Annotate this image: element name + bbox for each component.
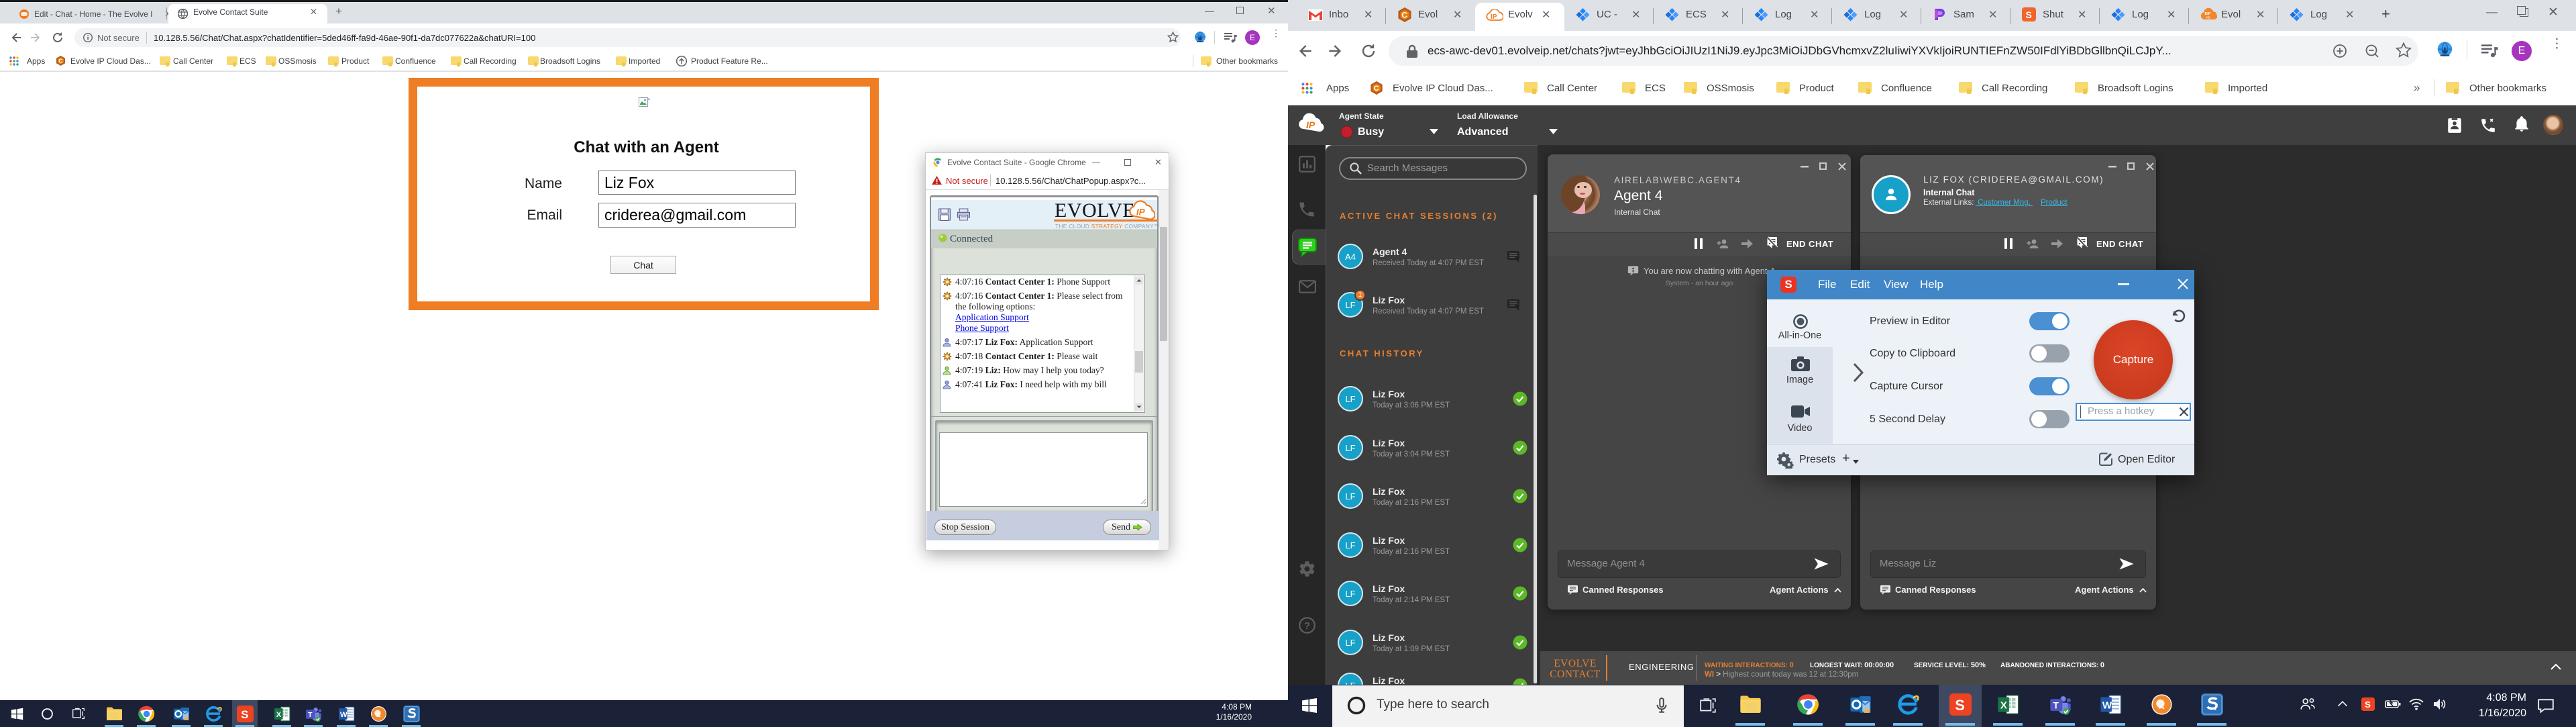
svg-text:T: T bbox=[308, 712, 313, 719]
svg-text:W: W bbox=[340, 711, 347, 719]
svg-text:IP: IP bbox=[1136, 207, 1146, 217]
svg-text:S: S bbox=[2365, 699, 2371, 710]
svg-text:T: T bbox=[2053, 701, 2059, 711]
svg-text:X: X bbox=[2000, 700, 2007, 712]
svg-text:C: C bbox=[58, 58, 62, 64]
svg-text:S: S bbox=[1955, 697, 1965, 714]
svg-text:S: S bbox=[241, 708, 248, 721]
svg-text:X: X bbox=[276, 711, 282, 719]
svg-text:W: W bbox=[2102, 700, 2112, 712]
